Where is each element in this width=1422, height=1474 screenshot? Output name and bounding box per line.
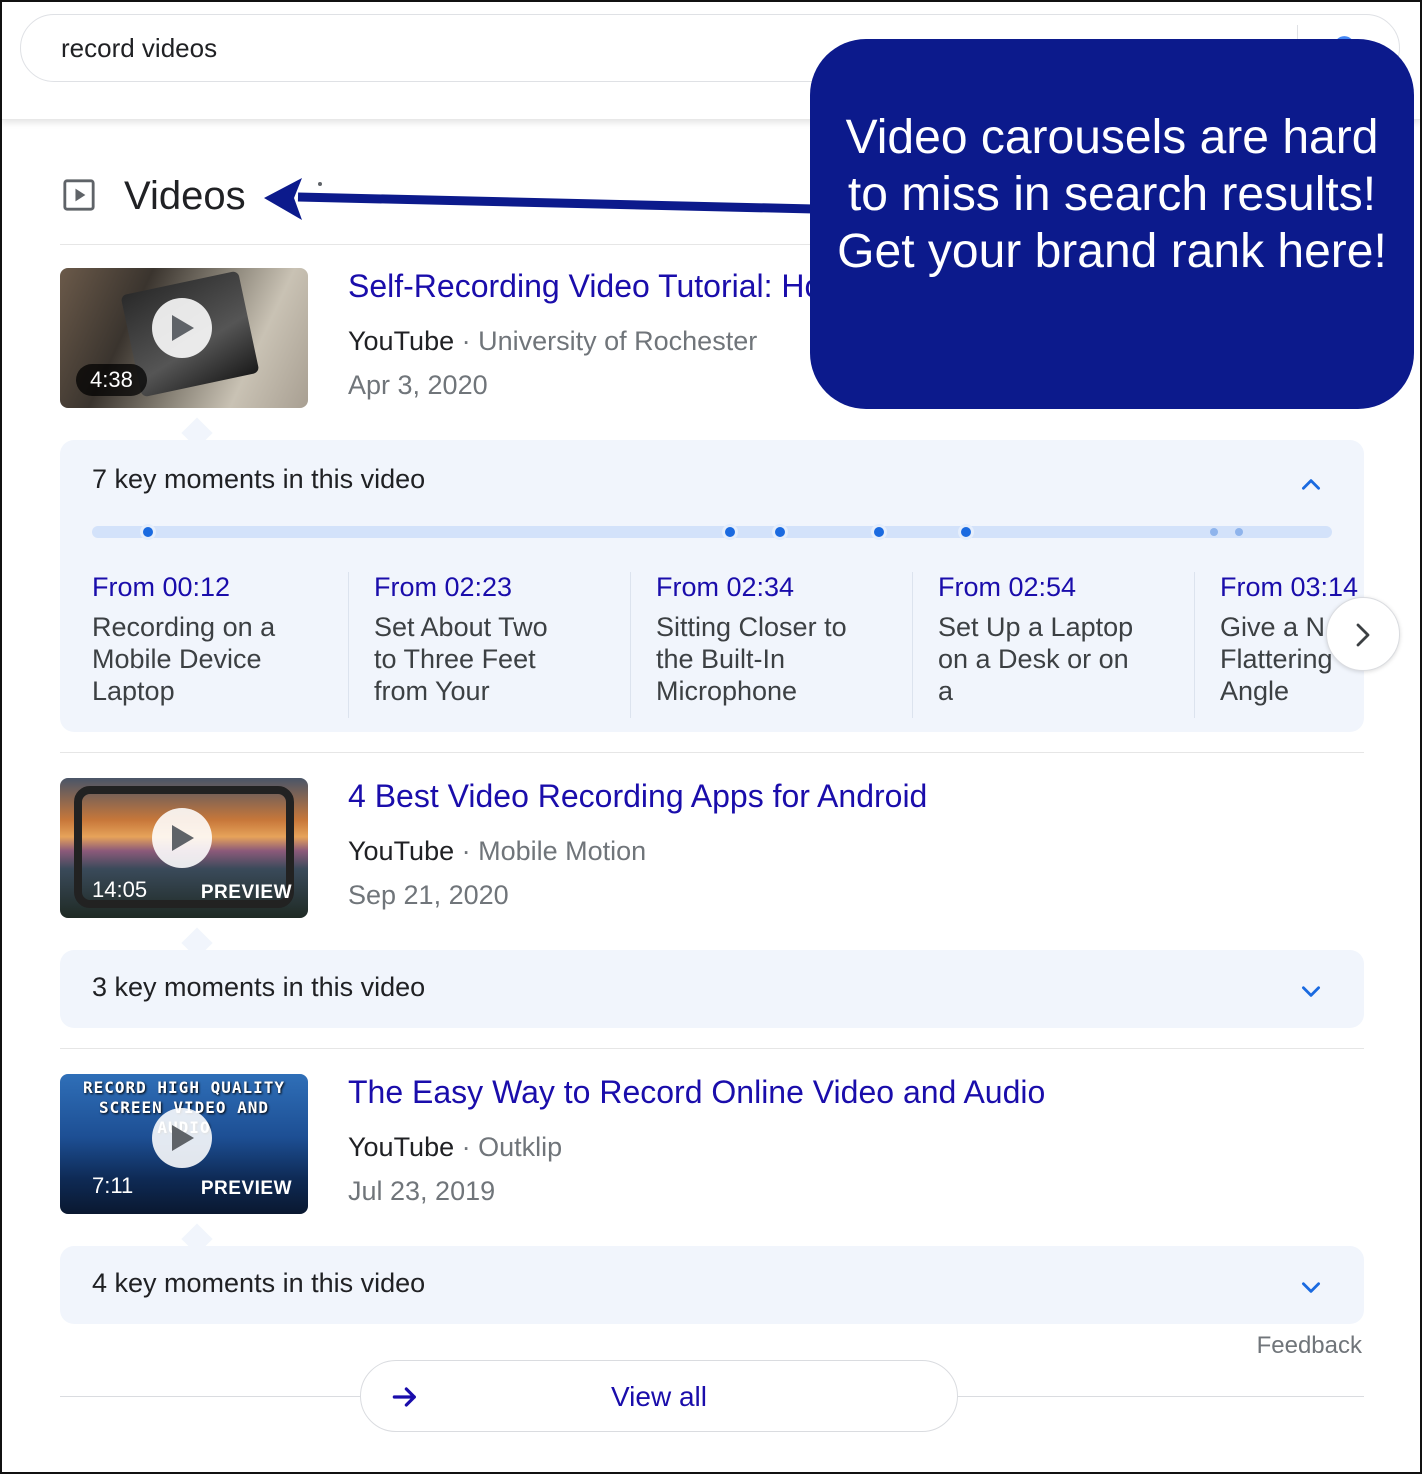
key-moment-time[interactable]: From 02:54	[938, 572, 1220, 603]
key-moment-item[interactable]: From 02:34 Sitting Closer to the Built-I…	[656, 572, 938, 722]
key-moments-toggle-label[interactable]: 7 key moments in this video	[92, 464, 425, 495]
play-button-icon[interactable]	[152, 1108, 212, 1168]
video-thumbnail[interactable]: 14:05 PREVIEW	[60, 778, 308, 918]
divider	[630, 572, 631, 718]
divider	[60, 1048, 1364, 1049]
key-moments-panel-1: 7 key moments in this video From 00:12 R…	[60, 440, 1364, 732]
key-moments-timeline[interactable]	[92, 524, 1332, 540]
timeline-marker[interactable]	[1235, 528, 1243, 536]
video-result-3: RECORD HIGH QUALITY SCREEN VIDEO AND AUD…	[60, 1074, 1364, 1255]
timeline-marker[interactable]	[1210, 528, 1218, 536]
key-moment-label: Recording on a Mobile Device Laptop	[92, 612, 276, 706]
timeline-marker[interactable]	[958, 524, 974, 540]
search-input[interactable]	[61, 33, 761, 64]
video-title-link[interactable]: The Easy Way to Record Online Video and …	[348, 1074, 1045, 1111]
more-options-icon[interactable]	[318, 182, 322, 186]
video-duration: 7:11	[92, 1173, 134, 1198]
play-button-icon[interactable]	[152, 298, 212, 358]
key-moments-panel-2[interactable]: 3 key moments in this video	[60, 950, 1364, 1028]
preview-label: PREVIEW	[200, 1178, 292, 1199]
key-moment-time[interactable]: From 00:12	[92, 572, 374, 603]
key-moment-label: Set Up a Laptop on a Desk or on a	[938, 612, 1134, 706]
videos-section-title: Videos	[124, 174, 246, 218]
key-moment-label: Sitting Closer to the Built-In Microphon…	[656, 612, 847, 706]
key-moments-toggle-label[interactable]: 4 key moments in this video	[92, 1268, 425, 1299]
source-separator: ·	[454, 1132, 479, 1162]
video-channel: Outklip	[478, 1132, 563, 1162]
chevron-up-icon[interactable]	[1298, 472, 1324, 498]
video-date: Jul 23, 2019	[348, 1176, 496, 1206]
feedback-link[interactable]: Feedback	[1257, 1332, 1362, 1360]
video-source: YouTube · University of Rochester	[348, 326, 757, 357]
key-moment-time[interactable]: From 03:14	[1220, 572, 1362, 603]
key-moment-item[interactable]: From 00:12 Recording on a Mobile Device …	[92, 572, 374, 722]
key-moment-label: Set About Two to Three Feet from Your	[374, 612, 548, 706]
divider	[912, 572, 913, 718]
timeline-marker[interactable]	[772, 524, 788, 540]
video-platform: YouTube	[348, 836, 455, 866]
divider	[348, 572, 349, 718]
chevron-right-icon	[1356, 623, 1370, 647]
screenshot-frame: Videos 4:38 Self-Recording Video Tutoria…	[0, 0, 1422, 1474]
preview-label: PREVIEW	[200, 882, 292, 903]
key-moment-time[interactable]: From 02:23	[374, 572, 656, 603]
annotation-callout: Video carousels are hard to miss in sear…	[810, 39, 1414, 409]
key-moment-item[interactable]: From 02:23 Set About Two to Three Feet f…	[374, 572, 656, 722]
video-channel: University of Rochester	[478, 326, 758, 356]
video-title-link[interactable]: Self-Recording Video Tutorial: Ho	[348, 268, 822, 305]
key-moment-item[interactable]: From 02:54 Set Up a Laptop on a Desk or …	[938, 572, 1220, 722]
divider	[60, 752, 1364, 753]
source-separator: ·	[454, 326, 479, 356]
source-separator: ·	[454, 836, 479, 866]
video-date: Sep 21, 2020	[348, 880, 509, 910]
video-result-2: 14:05 PREVIEW 4 Best Video Recording App…	[60, 778, 1364, 959]
video-play-square-icon	[63, 179, 95, 211]
video-thumbnail[interactable]: RECORD HIGH QUALITY SCREEN VIDEO AND AUD…	[60, 1074, 308, 1214]
next-moments-button[interactable]	[1326, 597, 1400, 671]
chevron-down-icon[interactable]	[1298, 1274, 1324, 1300]
view-all-button[interactable]: View all	[360, 1360, 958, 1432]
callout-text: Video carousels are hard to miss in sear…	[837, 111, 1387, 278]
timeline-marker[interactable]	[871, 524, 887, 540]
view-all-label: View all	[611, 1381, 707, 1412]
key-moment-time[interactable]: From 02:34	[656, 572, 938, 603]
video-platform: YouTube	[348, 326, 455, 356]
video-title-link[interactable]: 4 Best Video Recording Apps for Android	[348, 778, 927, 815]
video-source: YouTube · Mobile Motion	[348, 836, 646, 867]
video-channel: Mobile Motion	[478, 836, 647, 866]
timeline-marker[interactable]	[722, 524, 738, 540]
timeline-marker[interactable]	[140, 524, 156, 540]
key-moments-panel-3[interactable]: 4 key moments in this video	[60, 1246, 1364, 1324]
key-moments-toggle-label[interactable]: 3 key moments in this video	[92, 972, 425, 1003]
play-button-icon[interactable]	[152, 808, 212, 868]
divider	[1194, 572, 1195, 718]
video-thumbnail[interactable]: 4:38	[60, 268, 308, 408]
video-date: Apr 3, 2020	[348, 370, 488, 400]
video-duration: 14:05	[92, 877, 148, 902]
video-duration: 4:38	[76, 364, 147, 396]
chevron-down-icon[interactable]	[1298, 978, 1324, 1004]
video-platform: YouTube	[348, 1132, 455, 1162]
video-source: YouTube · Outklip	[348, 1132, 562, 1163]
key-moments-carousel: From 00:12 Recording on a Mobile Device …	[92, 572, 1362, 722]
